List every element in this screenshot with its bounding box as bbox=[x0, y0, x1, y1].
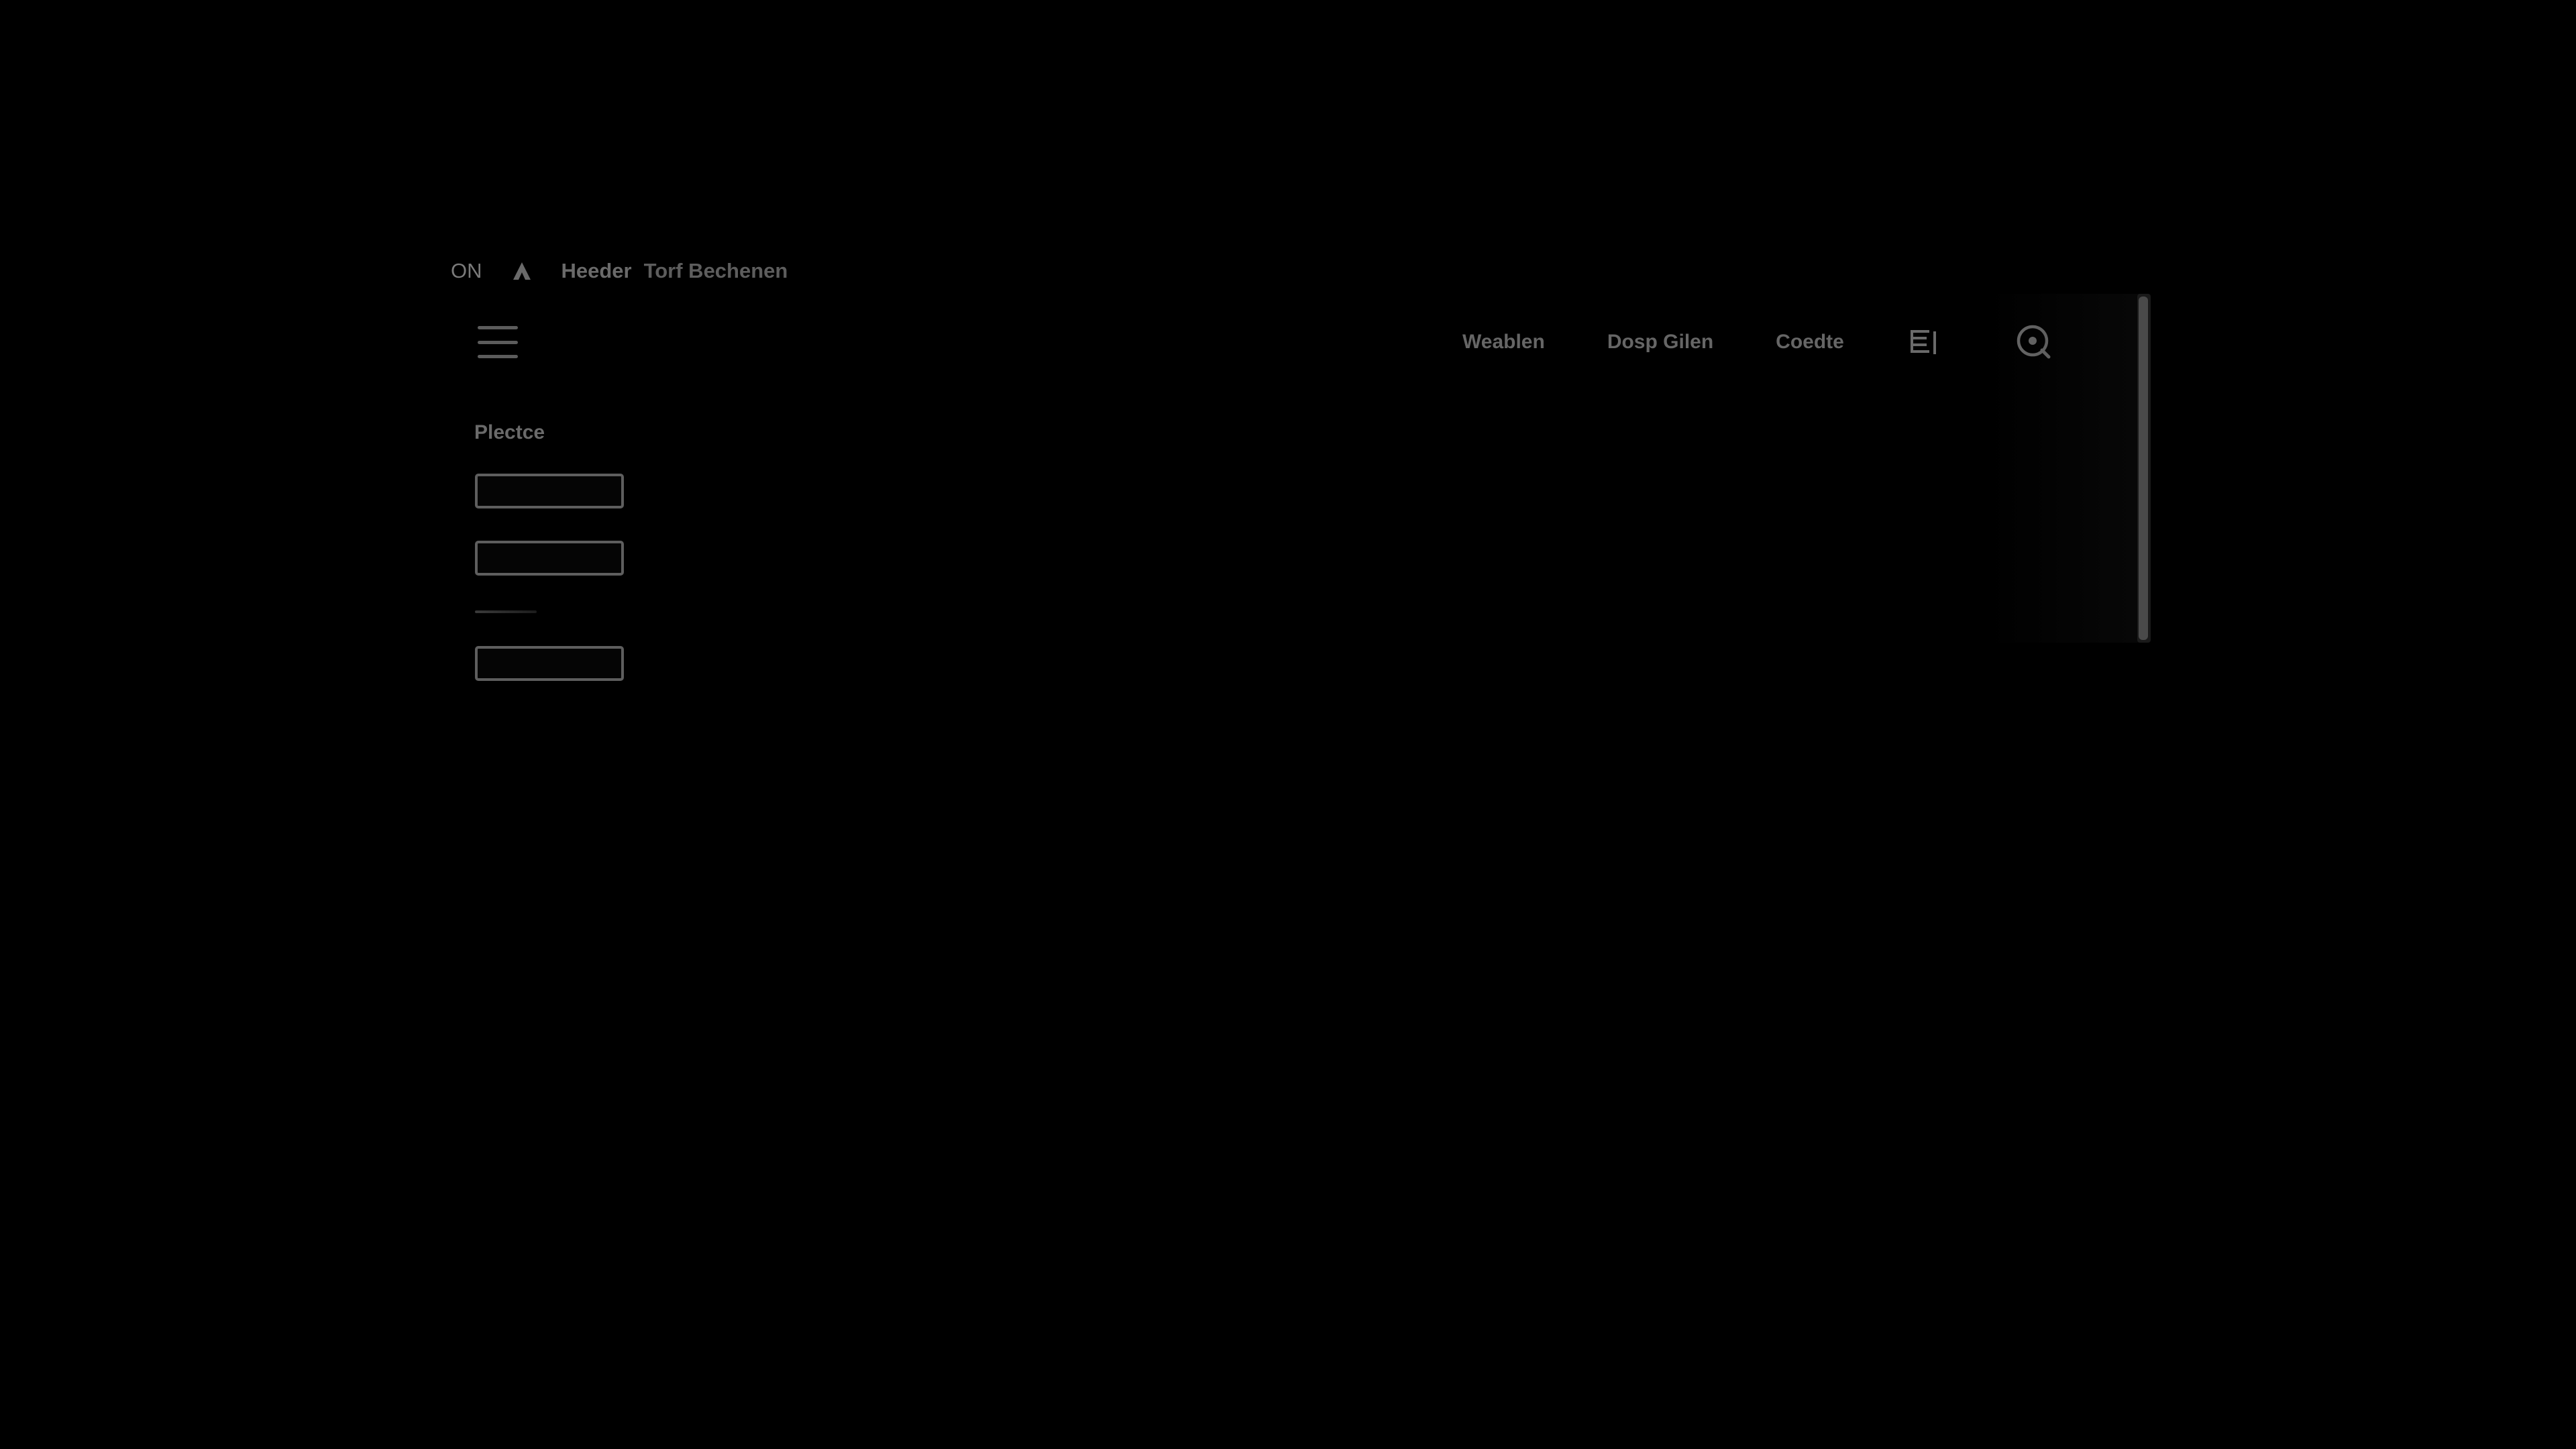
breadcrumb-item[interactable]: Torf Bechenen bbox=[644, 259, 788, 283]
status-indicator: ON bbox=[451, 259, 482, 282]
nav-link-coedte[interactable]: Coedte bbox=[1776, 331, 1844, 354]
input-field-1[interactable] bbox=[475, 474, 624, 508]
input-field-3[interactable] bbox=[475, 646, 624, 681]
section-label: Plectce bbox=[474, 421, 545, 443]
scrollbar-thumb[interactable] bbox=[2139, 297, 2148, 640]
nav-link-dosp-gilen[interactable]: Dosp Gilen bbox=[1607, 331, 1713, 354]
menu-line bbox=[478, 340, 518, 344]
home-arrow-icon[interactable] bbox=[511, 260, 533, 282]
breadcrumb-item[interactable]: Heeder bbox=[561, 259, 632, 283]
top-status-bar: ON Heeder Torf Bechenen bbox=[451, 255, 788, 287]
menu-line bbox=[478, 326, 518, 329]
hamburger-menu-icon[interactable] bbox=[478, 325, 518, 360]
app-screen: ON Heeder Torf Bechenen Weablen Dosp Gil… bbox=[0, 0, 2576, 1449]
nav-link-weablen[interactable]: Weablen bbox=[1462, 331, 1545, 354]
breadcrumb: Heeder Torf Bechenen bbox=[561, 259, 788, 283]
input-field-2[interactable] bbox=[475, 541, 624, 576]
list-document-icon[interactable] bbox=[1907, 325, 1941, 360]
header-nav: Weablen Dosp Gilen Coedte bbox=[1462, 325, 2053, 360]
divider bbox=[475, 610, 537, 613]
menu-line bbox=[478, 355, 518, 358]
right-panel-edge bbox=[1986, 294, 2147, 643]
